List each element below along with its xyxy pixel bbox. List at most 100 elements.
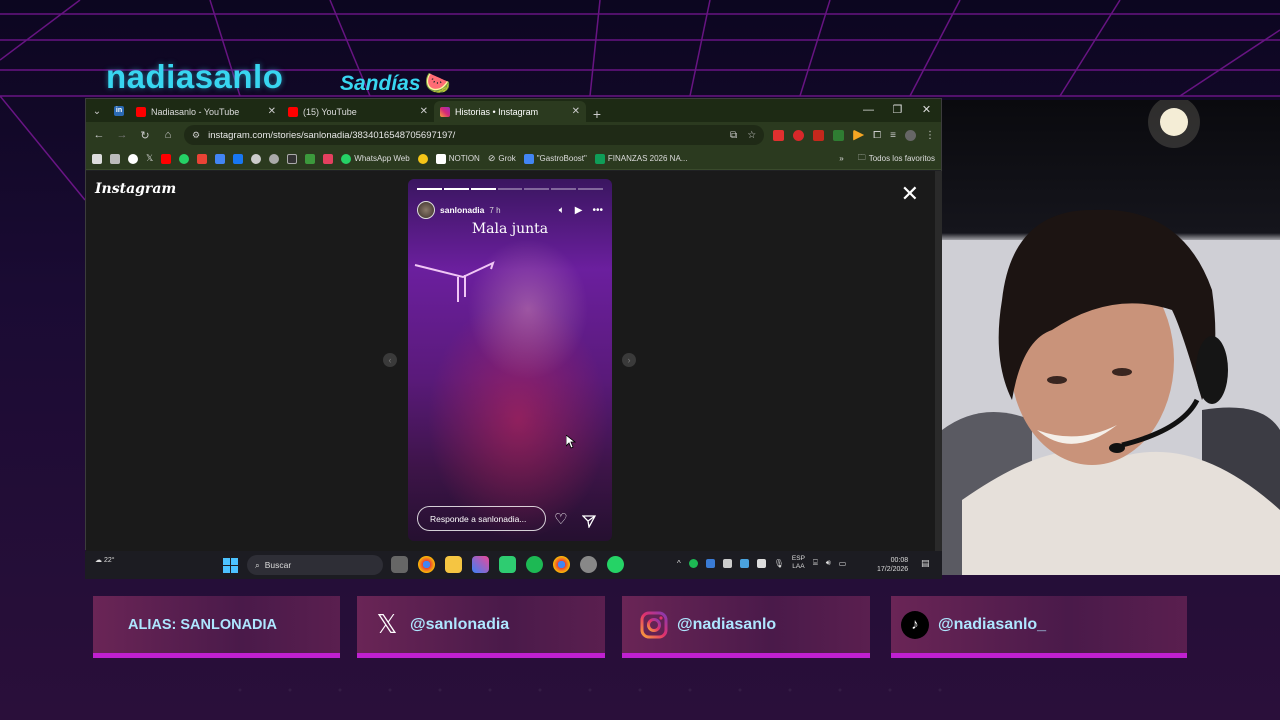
- extensions-puzzle-icon[interactable]: ⧠: [873, 130, 881, 141]
- minimize-icon[interactable]: —: [854, 99, 883, 122]
- bookmark-gastroboost[interactable]: "GastroBoost": [523, 153, 587, 164]
- tab-nadiasanlo-youtube[interactable]: Nadiasanlo - YouTube ✕: [130, 101, 282, 122]
- send-icon[interactable]: [582, 514, 596, 528]
- whatsapp-icon[interactable]: [607, 556, 624, 573]
- profile-avatar-icon[interactable]: [905, 129, 916, 141]
- google-icon[interactable]: [128, 153, 138, 164]
- close-story-icon[interactable]: ✕: [901, 183, 919, 205]
- app-icon[interactable]: [499, 556, 516, 573]
- language-indicator[interactable]: ESP LAA: [792, 555, 805, 571]
- close-tab-icon[interactable]: ✕: [420, 106, 428, 117]
- chrome-active-icon[interactable]: [553, 556, 570, 573]
- reload-icon[interactable]: ↻: [138, 129, 152, 142]
- settings-gear-icon[interactable]: [580, 556, 597, 573]
- s-bookmark-icon[interactable]: [287, 153, 298, 164]
- address-toolbar: ← → ↻ ⌂ ⚙ instagram.com/stories/sanlonad…: [86, 122, 941, 148]
- instagram-logo[interactable]: Instagram: [95, 181, 176, 197]
- bookmark-finanzas[interactable]: FINANZAS 2026 NA...: [594, 153, 687, 164]
- tab-youtube[interactable]: (15) YouTube ✕: [282, 101, 434, 122]
- pink-bookmark-icon[interactable]: [323, 153, 334, 164]
- tray-app-icon[interactable]: [722, 558, 732, 568]
- next-story-icon[interactable]: ›: [622, 353, 636, 367]
- all-favorites-folder[interactable]: 🗀 Todos los favoritos: [858, 152, 935, 166]
- bookmark-grok[interactable]: ⊘ Grok: [488, 153, 516, 164]
- tab-search-dropdown[interactable]: ⌄: [86, 100, 108, 122]
- bookmark-star-icon[interactable]: ☆: [747, 130, 756, 141]
- menu-kebab-icon[interactable]: ⋮: [925, 130, 935, 141]
- green-extension-icon[interactable]: [833, 129, 845, 141]
- chatgpt-icon[interactable]: [269, 153, 280, 164]
- like-heart-icon[interactable]: ♡: [554, 510, 567, 528]
- spotify-tray-icon[interactable]: [688, 558, 698, 568]
- forward-arrow-icon[interactable]: →: [115, 129, 129, 141]
- close-tab-icon[interactable]: ✕: [572, 106, 580, 117]
- chrome-icon[interactable]: [418, 556, 435, 573]
- avatar[interactable]: [417, 201, 435, 219]
- play-extension-icon[interactable]: [853, 129, 865, 141]
- new-tab-button[interactable]: +: [586, 106, 608, 122]
- bookmark-notion[interactable]: NOTION: [435, 153, 480, 164]
- tray-app-icon[interactable]: [756, 558, 766, 568]
- more-options-icon[interactable]: •••: [592, 205, 603, 216]
- progress-segment: [443, 188, 469, 190]
- linkedin-pinned-tab[interactable]: in: [108, 100, 130, 122]
- bluetooth-icon[interactable]: [705, 558, 715, 568]
- story-viewer[interactable]: sanlonadia 7 h 🔈︎ ▶ ••• Mala junta Respo…: [408, 179, 612, 541]
- back-arrow-icon[interactable]: ←: [92, 129, 106, 141]
- weather-widget[interactable]: ☁ 22°: [95, 556, 115, 564]
- gmail-icon[interactable]: [197, 153, 208, 164]
- notifications-icon[interactable]: ▤: [921, 558, 930, 569]
- mute-icon[interactable]: 🔈︎: [559, 205, 565, 216]
- bookmarks-right: » 🗀 Todos los favoritos: [839, 152, 935, 166]
- story-username[interactable]: sanlonadia: [440, 205, 484, 215]
- x-twitter-icon[interactable]: 𝕏: [146, 153, 153, 164]
- instagram-handle-panel: @nadiasanlo: [622, 596, 870, 658]
- green-bookmark-icon[interactable]: [305, 153, 316, 164]
- microphone-icon[interactable]: 🎙︎: [774, 559, 784, 568]
- restore-icon[interactable]: ❐: [883, 99, 912, 122]
- volume-icon[interactable]: 🔊︎: [826, 558, 831, 568]
- file-explorer-icon[interactable]: [445, 556, 462, 573]
- red-extension-icon[interactable]: [793, 129, 805, 141]
- play-icon[interactable]: ▶: [575, 205, 583, 216]
- task-view-icon[interactable]: [391, 556, 408, 573]
- chevron-up-icon[interactable]: ^: [677, 559, 681, 568]
- more-bookmarks-chevron-icon[interactable]: »: [839, 154, 843, 163]
- tab-title: Nadiasanlo - YouTube: [151, 106, 240, 117]
- cast-icon[interactable]: ⧉: [730, 130, 737, 141]
- site-info-icon[interactable]: ⚙: [192, 130, 200, 141]
- yellow-bookmark-icon[interactable]: [417, 153, 428, 164]
- youtube-icon[interactable]: [161, 153, 172, 164]
- spotify-icon[interactable]: [526, 556, 543, 573]
- tab-instagram-stories[interactable]: Historias • Instagram ✕: [434, 101, 586, 122]
- close-window-icon[interactable]: ✕: [912, 99, 941, 122]
- bookmark-icon[interactable]: [92, 153, 102, 164]
- facebook-icon[interactable]: [233, 153, 244, 164]
- progress-segment: [470, 188, 496, 190]
- progress-segment: [551, 188, 577, 190]
- previous-story-icon[interactable]: ‹: [383, 353, 397, 367]
- tray-app-icon[interactable]: [739, 558, 749, 568]
- story-reply-input[interactable]: Responde a sanlonadia...: [417, 506, 546, 531]
- pdf-extension-icon[interactable]: [813, 129, 825, 141]
- taskbar-search[interactable]: ⌕ Buscar: [247, 555, 383, 575]
- close-tab-icon[interactable]: ✕: [268, 106, 276, 117]
- url-text: instagram.com/stories/sanlonadia/3834016…: [208, 129, 456, 141]
- bookmark-whatsapp-web[interactable]: WhatsApp Web: [341, 153, 410, 164]
- copilot-icon[interactable]: [472, 556, 489, 573]
- battery-icon[interactable]: ▭: [839, 559, 847, 568]
- adblock-extension-icon[interactable]: [773, 129, 785, 141]
- calendar-icon[interactable]: [215, 153, 226, 164]
- address-bar[interactable]: ⚙ instagram.com/stories/sanlonadia/38340…: [184, 125, 765, 145]
- keyboard-layout: LAA: [792, 563, 805, 570]
- home-icon[interactable]: ⌂: [161, 129, 175, 141]
- x-twitter-icon: 𝕏: [376, 609, 398, 639]
- apps-grid-icon[interactable]: [110, 153, 120, 164]
- reading-list-icon[interactable]: ≡: [890, 130, 896, 141]
- steam-icon[interactable]: [251, 153, 262, 164]
- windows-start-icon[interactable]: [223, 558, 238, 573]
- network-icon[interactable]: ⌸: [813, 558, 818, 568]
- whatsapp-icon[interactable]: [179, 153, 190, 164]
- taskbar-clock[interactable]: 00:08 17/2/2026: [877, 556, 908, 574]
- weather-temperature: 22°: [103, 557, 115, 564]
